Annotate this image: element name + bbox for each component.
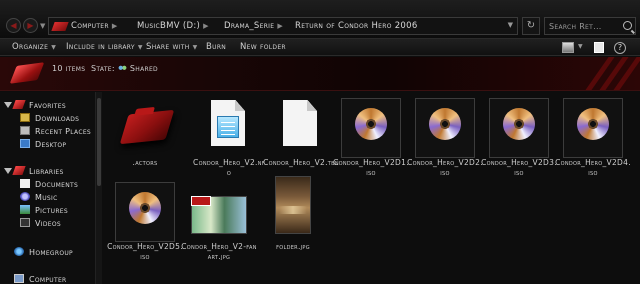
poster-thumbnail <box>275 176 311 234</box>
homegroup-icon <box>14 247 24 256</box>
location-icon <box>51 22 69 31</box>
address-bar[interactable]: Computer ▶ MusicBMV (D:) ▶ Drama_Serie ▶ Re… <box>48 17 518 35</box>
file-item-iso-d4[interactable]: Condor_Hero_V2D4.iso <box>555 92 631 180</box>
state-value: Shared <box>129 64 158 73</box>
sidebar-item-favorites[interactable]: Favorites <box>4 100 66 112</box>
libraries-icon <box>12 166 26 175</box>
details-banner: 10 items State: Shared <box>0 57 640 91</box>
burn-button[interactable]: Burn <box>206 41 226 54</box>
sidebar-item-music[interactable]: Music <box>20 192 58 204</box>
file-name: Condor_Hero_V2D2.iso <box>407 158 483 177</box>
disc-icon <box>577 108 609 140</box>
star-icon <box>12 100 26 109</box>
sidebar-item-homegroup[interactable]: Homegroup <box>14 247 73 259</box>
sidebar-scrollbar[interactable] <box>95 92 102 284</box>
view-options-dropdown[interactable]: ▼ <box>578 43 583 54</box>
sidebar-item-libraries[interactable]: Libraries <box>4 166 64 178</box>
navigation-pane: Favorites Downloads Recent Places Deskto… <box>0 92 95 284</box>
pictures-icon <box>20 205 30 214</box>
sidebar-item-desktop[interactable]: Desktop <box>20 139 66 151</box>
file-name: Condor_Hero_V2D5.iso <box>107 242 183 261</box>
file-name: folder.jpg <box>276 242 310 251</box>
file-item-iso-d1[interactable]: Condor_Hero_V2D1.iso <box>333 92 409 180</box>
breadcrumb-drama-serie[interactable]: Drama_Serie ▶ <box>224 20 283 34</box>
include-in-library-button[interactable]: Include in library ▼ <box>66 41 143 54</box>
disc-icon <box>129 192 161 224</box>
search-placeholder: Search Ret... <box>549 22 602 31</box>
command-bar: Organize ▼ Include in library ▼ Share with… <box>0 38 640 56</box>
file-name: Condor_Hero_V2.tbn <box>263 158 339 167</box>
sidebar-item-recent-places[interactable]: Recent Places <box>20 126 91 138</box>
preview-pane-icon[interactable] <box>594 42 604 53</box>
file-name: Condor_Hero_V2D4.iso <box>555 158 631 177</box>
desktop-icon <box>20 139 30 148</box>
file-name: Condor_Hero_V2-fanart.jpg <box>181 242 257 261</box>
breadcrumb-current-folder[interactable]: Return of Condor Hero 2006 <box>295 20 418 34</box>
item-count-status: 10 items State: Shared <box>52 63 158 75</box>
sidebar-item-downloads[interactable]: Downloads <box>20 113 79 125</box>
disc-icon <box>355 108 387 140</box>
red-folder-icon <box>119 109 175 145</box>
address-row: ◀ ▶ ▼ Computer ▶ MusicBMV (D:) ▶ Drama_Ser… <box>0 0 640 38</box>
search-box[interactable]: Search Ret... <box>544 17 636 35</box>
file-item-actors[interactable]: .actors <box>113 92 177 180</box>
search-icon[interactable] <box>623 21 632 30</box>
file-item-iso-d2[interactable]: Condor_Hero_V2D2.iso <box>407 92 483 180</box>
sidebar-item-documents[interactable]: Documents <box>20 179 78 191</box>
music-icon <box>20 192 30 201</box>
scrollbar-thumb[interactable] <box>97 98 101 186</box>
blank-file-icon <box>283 100 317 146</box>
sidebar-item-pictures[interactable]: Pictures <box>20 205 68 217</box>
computer-icon <box>14 274 24 283</box>
file-item-iso-d3[interactable]: Condor_Hero_V2D3.iso <box>481 92 557 180</box>
file-item-folder-jpg[interactable]: folder.jpg <box>261 176 325 264</box>
share-with-button[interactable]: Share with ▼ <box>146 41 197 54</box>
file-name: Condor_Hero_V2D3.iso <box>481 158 557 177</box>
breadcrumb-computer[interactable]: Computer ▶ <box>71 20 118 34</box>
file-item-tbn[interactable]: Condor_Hero_V2.tbn <box>263 92 339 180</box>
disc-icon <box>429 108 461 140</box>
thumbnail-badge <box>191 196 211 206</box>
videos-icon <box>20 218 30 227</box>
file-item-iso-d5[interactable]: Condor_Hero_V2D5.iso <box>107 176 183 264</box>
change-view-icon[interactable] <box>562 42 574 53</box>
breadcrumb-drive[interactable]: MusicBMV (D:) ▶ <box>137 20 209 34</box>
documents-icon <box>20 179 30 188</box>
file-item-fanart[interactable]: Condor_Hero_V2-fanart.jpg <box>181 176 256 264</box>
address-dropdown[interactable]: ▼ <box>508 21 513 29</box>
help-icon[interactable]: ? <box>614 42 626 54</box>
file-name: .actors <box>132 158 158 167</box>
file-name: Condor_Hero_V2.nfo <box>193 158 265 177</box>
red-folder-icon <box>9 62 45 84</box>
file-item-nfo[interactable]: Condor_Hero_V2.nfo <box>193 92 265 180</box>
back-button[interactable]: ◀ <box>6 18 21 33</box>
sidebar-item-videos[interactable]: Videos <box>20 218 61 230</box>
new-folder-button[interactable]: New folder <box>240 41 286 54</box>
poster-title-graphic <box>279 206 307 214</box>
state-label: State: <box>91 64 115 73</box>
shared-icon <box>117 65 127 72</box>
forward-button[interactable]: ▶ <box>23 18 38 33</box>
recent-places-icon <box>20 126 30 135</box>
file-name: Condor_Hero_V2D1.iso <box>333 158 409 177</box>
recent-pages-dropdown[interactable]: ▼ <box>40 22 45 30</box>
notepad-icon <box>217 116 239 138</box>
file-list: .actors Condor_Hero_V2.nfo Condor_Hero_V… <box>103 92 640 284</box>
expand-icon[interactable] <box>4 102 12 108</box>
sidebar-item-computer[interactable]: Computer <box>14 274 67 284</box>
refresh-button[interactable]: ↻ <box>522 17 540 35</box>
organize-button[interactable]: Organize ▼ <box>12 41 56 54</box>
downloads-icon <box>20 113 30 122</box>
expand-icon[interactable] <box>4 168 12 174</box>
item-count: 10 items <box>52 64 86 73</box>
disc-icon <box>503 108 535 140</box>
